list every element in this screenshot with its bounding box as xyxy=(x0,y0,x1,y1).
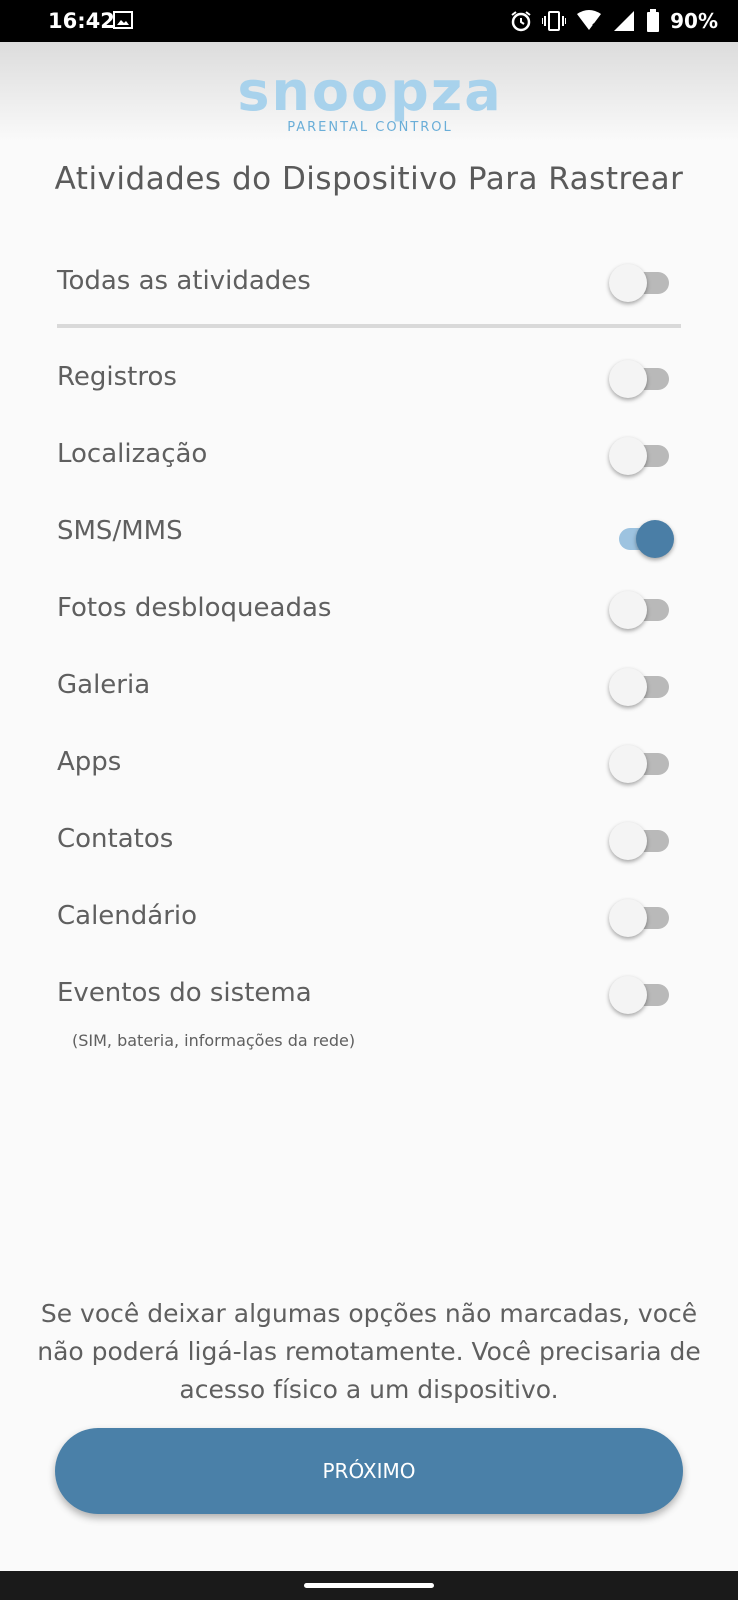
toggle-fotos-desbloqueadas[interactable] xyxy=(609,591,674,629)
activity-label-apps: Apps xyxy=(57,747,122,777)
vibrate-icon xyxy=(542,11,567,31)
battery-icon xyxy=(647,9,660,32)
gallery-icon xyxy=(113,11,133,29)
snoopza-logo: snoopza PARENTAL CONTROL xyxy=(230,60,510,140)
activity-label-calendario: Calendário xyxy=(57,901,198,931)
signal-icon xyxy=(614,11,635,31)
battery-percent: 90% xyxy=(670,9,718,33)
toggle-eventos-do-sistema[interactable] xyxy=(609,976,674,1014)
status-time: 16:42 xyxy=(48,9,115,33)
activity-label-sms-mms: SMS/MMS xyxy=(57,516,183,546)
activity-label-registros: Registros xyxy=(57,362,177,392)
status-icons: 90% xyxy=(510,8,718,34)
toggle-galeria[interactable] xyxy=(609,668,674,706)
logo-word: snoopza xyxy=(237,60,503,123)
activity-label-galeria: Galeria xyxy=(57,670,151,700)
logo-subtitle: PARENTAL CONTROL xyxy=(287,120,453,135)
activity-label-fotos-desbloqueadas: Fotos desbloqueadas xyxy=(57,593,332,623)
all-activities-toggle[interactable] xyxy=(609,264,674,302)
status-bar: 16:42 90% xyxy=(0,0,738,42)
toggle-apps[interactable] xyxy=(609,745,674,783)
wifi-icon xyxy=(577,10,602,31)
toggle-sms-mms[interactable] xyxy=(609,520,674,558)
page-title: Atividades do Dispositivo Para Rastrear xyxy=(54,161,684,197)
activity-label-eventos-do-sistema: Eventos do sistema xyxy=(57,978,312,1008)
all-activities-label: Todas as atividades xyxy=(57,266,311,296)
activity-sublabel-eventos-do-sistema: (SIM, bateria, informações da rede) xyxy=(72,1031,356,1050)
toggle-contatos[interactable] xyxy=(609,822,674,860)
next-button[interactable]: PRÓXIMO xyxy=(55,1428,683,1514)
toggle-calendario[interactable] xyxy=(609,899,674,937)
home-handle[interactable] xyxy=(304,1583,434,1588)
navigation-bar xyxy=(0,1571,738,1600)
footer-note: Se você deixar algumas opções não marcad… xyxy=(37,1299,701,1404)
activity-label-contatos: Contatos xyxy=(57,824,174,854)
toggle-registros[interactable] xyxy=(609,360,674,398)
alarm-icon xyxy=(511,11,531,32)
divider xyxy=(57,324,681,328)
toggle-localizacao[interactable] xyxy=(609,437,674,475)
activity-label-localizacao: Localização xyxy=(57,439,208,469)
